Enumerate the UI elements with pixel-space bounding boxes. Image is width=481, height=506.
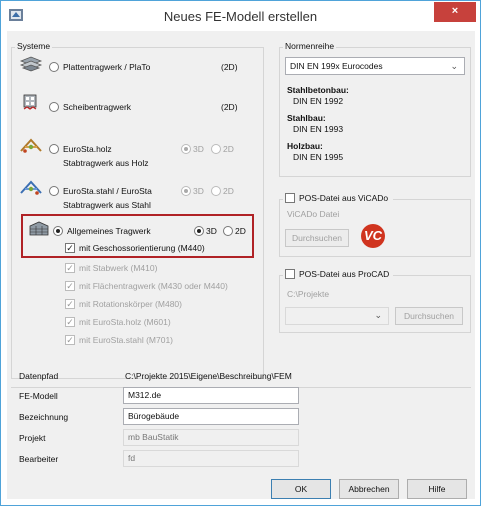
label-stabwerk: mit Stabwerk (M410) — [79, 263, 158, 273]
checkbox-eurosta-stahl[interactable]: ✓ — [65, 335, 75, 345]
normenreihe-group-label: Normenreihe — [283, 41, 337, 51]
holz-label: Holzbau: — [287, 141, 323, 151]
label-eurosta-holz-3d: 3D — [193, 144, 204, 154]
procad-browse-button[interactable]: Durchsuchen — [395, 307, 463, 325]
label-eurosta-holz-2d: 2D — [223, 144, 234, 154]
radio-eurosta-holz-2d[interactable] — [211, 144, 221, 154]
cancel-button[interactable]: Abbrechen — [339, 479, 399, 499]
wall-structure-icon — [23, 94, 37, 110]
stahl-label: Stahlbau: — [287, 113, 326, 123]
projekt-label: Projekt — [19, 433, 46, 443]
label-plattentragwerk: Plattentragwerk / PlaTo — [63, 62, 151, 72]
checkbox-stabwerk[interactable]: ✓ — [65, 263, 75, 273]
stahlbeton-value: DIN EN 1992 — [293, 96, 344, 106]
label-eurosta-holz: EuroSta.holz — [63, 144, 112, 154]
close-button[interactable]: × — [434, 2, 476, 22]
label-geschossorientierung: mit Geschossorientierung (M440) — [79, 243, 205, 253]
chevron-down-icon: ⌄ — [374, 310, 382, 320]
label-allgemeines-3d: 3D — [206, 226, 217, 236]
chevron-down-icon: ⌄ — [450, 61, 458, 71]
radio-eurosta-holz-3d[interactable] — [181, 144, 191, 154]
label-mit-eurosta-stahl: mit EuroSta.stahl (M701) — [79, 335, 174, 345]
sublabel-eurosta-stahl: Stabtragwerk aus Stahl — [63, 200, 151, 210]
bearbeiter-input[interactable]: fd — [123, 450, 299, 467]
checkbox-eurosta-holz[interactable]: ✓ — [65, 317, 75, 327]
label-flaechentragwerk: mit Flächentragwerk (M430 oder M440) — [79, 281, 228, 291]
vicado-browse-button[interactable]: Durchsuchen — [285, 229, 349, 247]
datenpfad-value: C:\Projekte 2015\Eigene\Beschreibung\FEM — [125, 371, 292, 381]
label-mit-eurosta-holz: mit EuroSta.holz (M601) — [79, 317, 171, 327]
label-rotationskoerper: mit Rotationskörper (M480) — [79, 299, 182, 309]
radio-allgemeines-tragwerk[interactable] — [53, 226, 63, 236]
label-allgemeines-2d: 2D — [235, 226, 246, 236]
radio-eurosta-stahl[interactable] — [49, 186, 59, 196]
stahl-value: DIN EN 1993 — [293, 124, 344, 134]
title-bar[interactable]: Neues FE-Modell erstellen × — [1, 1, 480, 31]
bezeichnung-label: Bezeichnung — [19, 412, 69, 422]
label-vicado: POS-Datei aus ViCADo — [299, 193, 389, 203]
normenreihe-select[interactable]: DIN EN 199x Eurocodes ⌄ — [285, 57, 465, 75]
vicado-file-label: ViCADo Datei — [287, 209, 340, 219]
label-scheibentragwerk: Scheibentragwerk — [63, 102, 132, 112]
sublabel-eurosta-holz: Stabtragwerk aus Holz — [63, 158, 149, 168]
checkbox-geschossorientierung[interactable]: ✓ — [65, 243, 75, 253]
bezeichnung-input[interactable]: Bürogebäude — [123, 408, 299, 425]
ok-button[interactable]: OK — [271, 479, 331, 499]
radio-eurosta-holz[interactable] — [49, 144, 59, 154]
bearbeiter-label: Bearbeiter — [19, 454, 59, 464]
fe-modell-input[interactable]: M312.de — [123, 387, 299, 404]
checkbox-procad[interactable] — [285, 269, 295, 279]
dialog-window: Neues FE-Modell erstellen × Systeme Plat… — [0, 0, 481, 506]
procad-path-label: C:\Projekte — [287, 289, 330, 299]
projekt-input[interactable]: mb BauStatik — [123, 429, 299, 446]
help-button[interactable]: Hilfe — [407, 479, 467, 499]
datenpfad-label: Datenpfad — [19, 371, 59, 381]
dialog-body: Systeme Plattentragwerk / PlaTo (2D) Sch… — [7, 31, 475, 499]
procad-select[interactable]: ⌄ — [285, 307, 389, 325]
radio-scheibentragwerk[interactable] — [49, 102, 59, 112]
radio-allgemeines-3d[interactable] — [194, 226, 204, 236]
tag-plattentragwerk: (2D) — [221, 62, 238, 72]
stahlbeton-label: Stahlbetonbau: — [287, 85, 349, 95]
label-eurosta-stahl: EuroSta.stahl / EuroSta — [63, 186, 152, 196]
systeme-group-label: Systeme — [15, 41, 53, 51]
plate-structure-icon — [19, 56, 43, 72]
systeme-group — [11, 47, 264, 379]
fe-modell-label: FE-Modell — [19, 391, 58, 401]
building-structure-icon — [29, 221, 49, 236]
checkbox-flaechentragwerk[interactable]: ✓ — [65, 281, 75, 291]
radio-eurosta-stahl-3d[interactable] — [181, 186, 191, 196]
radio-plattentragwerk[interactable] — [49, 62, 59, 72]
holz-value: DIN EN 1995 — [293, 152, 344, 162]
label-procad: POS-Datei aus ProCAD — [299, 269, 390, 279]
normenreihe-selected: DIN EN 199x Eurocodes — [290, 61, 383, 71]
radio-allgemeines-2d[interactable] — [223, 226, 233, 236]
window-title: Neues FE-Modell erstellen — [163, 9, 318, 24]
radio-eurosta-stahl-2d[interactable] — [211, 186, 221, 196]
label-eurosta-stahl-2d: 2D — [223, 186, 234, 196]
label-eurosta-stahl-3d: 3D — [193, 186, 204, 196]
tag-scheibentragwerk: (2D) — [221, 102, 238, 112]
vicado-logo-icon: VC — [361, 224, 385, 248]
checkbox-vicado[interactable] — [285, 193, 295, 203]
timber-frame-icon — [20, 138, 42, 153]
checkbox-rotationskoerper[interactable]: ✓ — [65, 299, 75, 309]
steel-frame-icon — [20, 180, 42, 195]
label-allgemeines-tragwerk: Allgemeines Tragwerk — [67, 226, 151, 236]
